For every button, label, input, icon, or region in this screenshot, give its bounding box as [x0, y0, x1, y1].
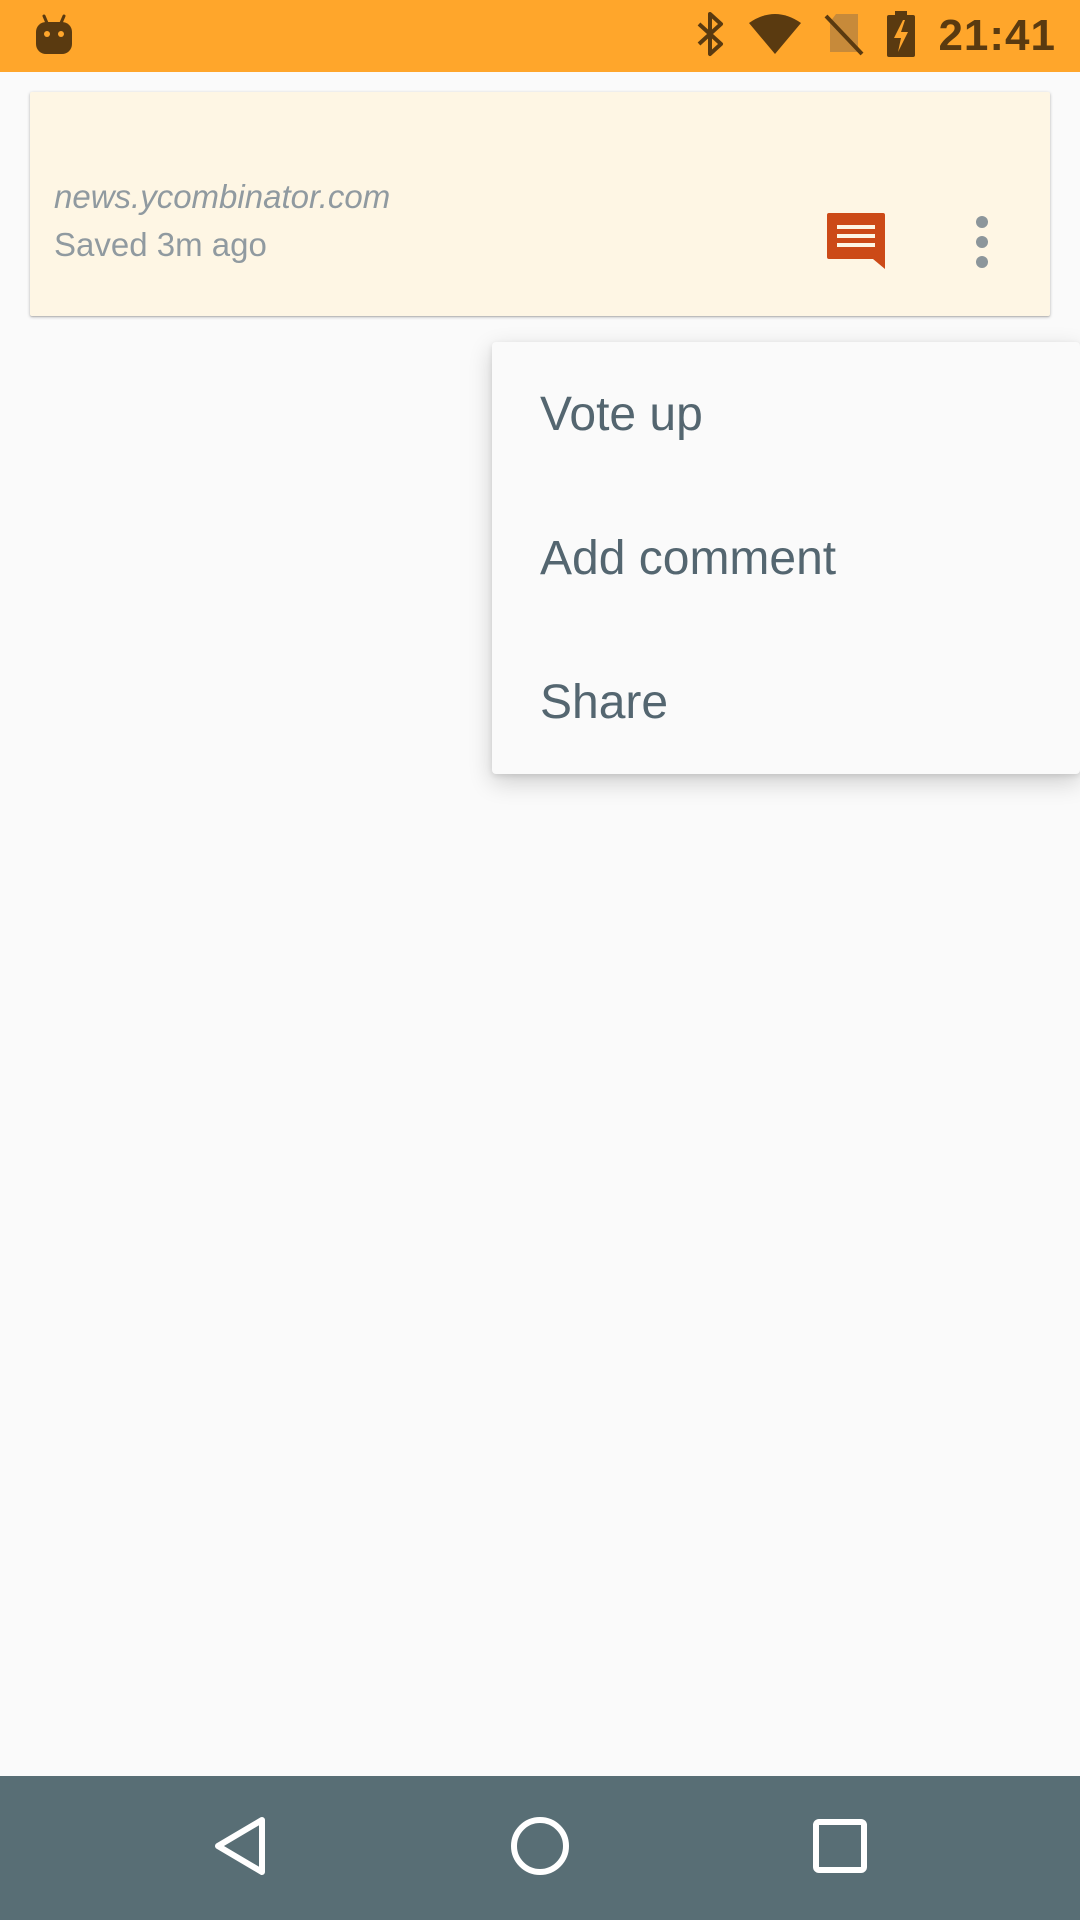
wifi-icon	[748, 13, 802, 60]
overflow-menu-button[interactable]	[952, 204, 1012, 284]
story-card[interactable]: news.ycombinator.com Saved 3m ago	[30, 92, 1050, 316]
popup-menu: Vote up Add comment Share	[492, 342, 1080, 774]
no-sim-icon	[824, 12, 864, 61]
recents-icon	[813, 1818, 867, 1878]
recents-button[interactable]	[780, 1776, 900, 1920]
back-button[interactable]	[180, 1776, 300, 1920]
menu-item-vote-up[interactable]: Vote up	[492, 342, 1080, 486]
story-domain: news.ycombinator.com	[54, 178, 391, 215]
bluetooth-icon	[696, 11, 726, 62]
menu-item-add-comment[interactable]: Add comment	[492, 486, 1080, 630]
more-vert-icon	[974, 215, 990, 273]
menu-item-share[interactable]: Share	[492, 630, 1080, 774]
android-notification-icon	[34, 14, 74, 56]
battery-charging-icon	[886, 10, 916, 63]
status-bar: 21:41	[0, 0, 1080, 72]
home-icon	[510, 1816, 570, 1881]
status-time: 21:41	[938, 11, 1056, 60]
comment-icon	[825, 211, 887, 278]
saved-time: Saved 3m ago	[54, 226, 267, 263]
home-button[interactable]	[480, 1776, 600, 1920]
comments-button[interactable]	[822, 210, 890, 278]
status-icons: 21:41	[696, 0, 1056, 72]
screen: 21:41 news.ycombinator.com Saved 3m ago	[0, 0, 1080, 1920]
back-icon	[212, 1816, 268, 1881]
navigation-bar	[0, 1776, 1080, 1920]
